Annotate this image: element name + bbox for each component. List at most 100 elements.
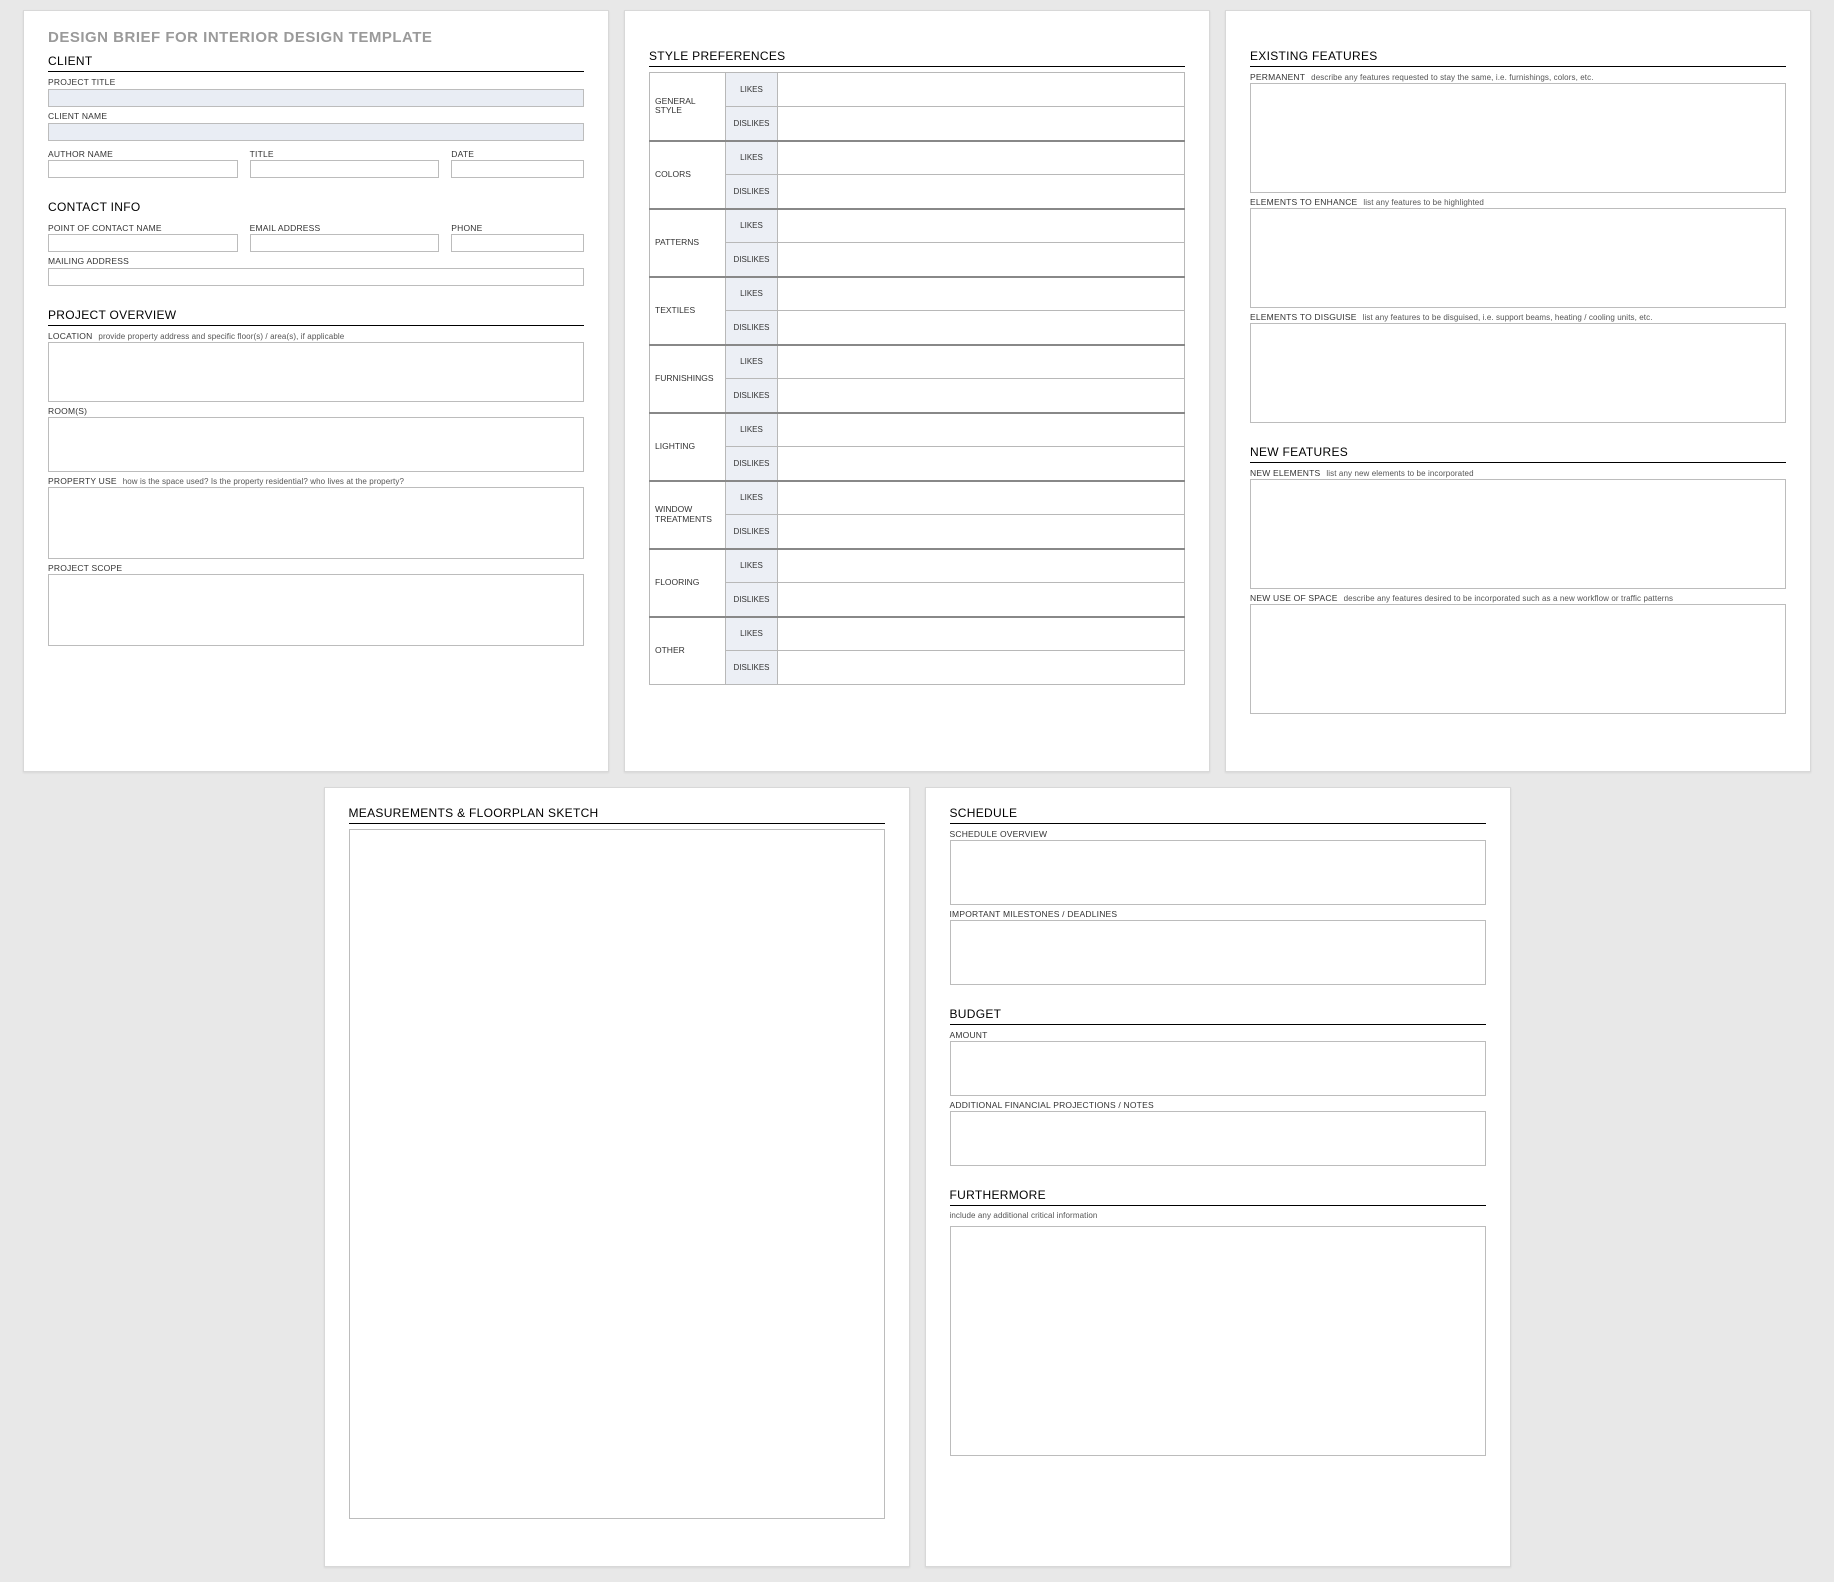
style-dislikes-label: DISLIKES [726, 447, 778, 481]
card-features: EXISTING FEATURES PERMANENT describe any… [1225, 10, 1811, 772]
style-likes-label: LIKES [726, 277, 778, 311]
label-rooms: ROOM(S) [48, 406, 584, 416]
style-dislikes-input[interactable] [778, 253, 1184, 267]
label-date: DATE [451, 149, 584, 159]
input-author-name[interactable] [48, 160, 238, 178]
style-category: OTHER [650, 617, 726, 685]
section-contact: CONTACT INFO [48, 200, 584, 214]
style-likes-input[interactable] [778, 424, 1184, 438]
section-existing-features: EXISTING FEATURES [1250, 49, 1786, 67]
card-style-prefs: STYLE PREFERENCES GENERAL STYLELIKESDISL… [624, 10, 1210, 772]
label-project-title: PROJECT TITLE [48, 77, 584, 87]
input-mailing[interactable] [48, 268, 584, 286]
style-dislikes-cell [778, 651, 1185, 685]
label-milestones: IMPORTANT MILESTONES / DEADLINES [950, 909, 1486, 919]
style-dislikes-input[interactable] [778, 117, 1184, 131]
label-new-elements: NEW ELEMENTS [1250, 468, 1320, 478]
input-email[interactable] [250, 234, 440, 252]
input-poc[interactable] [48, 234, 238, 252]
input-property-use[interactable] [48, 487, 584, 559]
style-likes-input[interactable] [778, 356, 1184, 370]
input-amount[interactable] [950, 1041, 1486, 1096]
style-likes-label: LIKES [726, 617, 778, 651]
section-schedule: SCHEDULE [950, 806, 1486, 824]
hint-furthermore: include any additional critical informat… [950, 1211, 1486, 1220]
style-likes-input[interactable] [778, 220, 1184, 234]
style-dislikes-input[interactable] [778, 185, 1184, 199]
input-disguise[interactable] [1250, 323, 1786, 423]
sketch-canvas[interactable] [349, 829, 885, 1519]
style-likes-cell [778, 617, 1185, 651]
input-schedule-overview[interactable] [950, 840, 1486, 905]
input-project-title[interactable] [48, 89, 584, 107]
hint-new-use: describe any features desired to be inco… [1344, 594, 1674, 603]
style-dislikes-label: DISLIKES [726, 311, 778, 345]
input-project-scope[interactable] [48, 574, 584, 646]
input-fin-notes[interactable] [950, 1111, 1486, 1166]
hint-property-use: how is the space used? Is the property r… [123, 477, 404, 486]
label-amount: AMOUNT [950, 1030, 1486, 1040]
label-fin-notes: ADDITIONAL FINANCIAL PROJECTIONS / NOTES [950, 1100, 1486, 1110]
input-permanent[interactable] [1250, 83, 1786, 193]
input-new-elements[interactable] [1250, 479, 1786, 589]
input-milestones[interactable] [950, 920, 1486, 985]
input-enhance[interactable] [1250, 208, 1786, 308]
section-budget: BUDGET [950, 1007, 1486, 1025]
style-dislikes-cell [778, 515, 1185, 549]
style-dislikes-cell [778, 583, 1185, 617]
style-category: FURNISHINGS [650, 345, 726, 413]
input-new-use[interactable] [1250, 604, 1786, 714]
style-likes-input[interactable] [778, 152, 1184, 166]
label-poc: POINT OF CONTACT NAME [48, 223, 238, 233]
section-style-prefs: STYLE PREFERENCES [649, 49, 1185, 67]
label-mailing: MAILING ADDRESS [48, 256, 584, 266]
style-prefs-table: GENERAL STYLELIKESDISLIKESCOLORSLIKESDIS… [649, 72, 1185, 685]
style-dislikes-input[interactable] [778, 593, 1184, 607]
hint-enhance: list any features to be highlighted [1363, 198, 1483, 207]
card-schedule-budget: SCHEDULE SCHEDULE OVERVIEW IMPORTANT MIL… [925, 787, 1511, 1567]
label-project-scope: PROJECT SCOPE [48, 563, 584, 573]
style-dislikes-input[interactable] [778, 389, 1184, 403]
hint-location: provide property address and specific fl… [98, 332, 344, 341]
label-property-use: PROPERTY USE [48, 476, 117, 486]
card-sketch: MEASUREMENTS & FLOORPLAN SKETCH [324, 787, 910, 1567]
style-dislikes-input[interactable] [778, 525, 1184, 539]
label-schedule-overview: SCHEDULE OVERVIEW [950, 829, 1486, 839]
style-likes-cell [778, 549, 1185, 583]
label-author-name: AUTHOR NAME [48, 149, 238, 159]
input-phone[interactable] [451, 234, 584, 252]
style-dislikes-cell [778, 243, 1185, 277]
input-title[interactable] [250, 160, 440, 178]
style-likes-cell [778, 141, 1185, 175]
label-permanent: PERMANENT [1250, 72, 1305, 82]
style-dislikes-input[interactable] [778, 457, 1184, 471]
input-date[interactable] [451, 160, 584, 178]
input-rooms[interactable] [48, 417, 584, 472]
style-category: PATTERNS [650, 209, 726, 277]
style-likes-cell [778, 73, 1185, 107]
furthermore-image-area[interactable] [950, 1226, 1486, 1456]
style-likes-input[interactable] [778, 492, 1184, 506]
style-category: LIGHTING [650, 413, 726, 481]
style-likes-cell [778, 209, 1185, 243]
input-location[interactable] [48, 342, 584, 402]
style-category: GENERAL STYLE [650, 73, 726, 141]
label-title: TITLE [250, 149, 440, 159]
style-likes-cell [778, 345, 1185, 379]
style-likes-input[interactable] [778, 560, 1184, 574]
style-dislikes-input[interactable] [778, 321, 1184, 335]
section-sketch: MEASUREMENTS & FLOORPLAN SKETCH [349, 806, 885, 824]
style-likes-label: LIKES [726, 413, 778, 447]
style-likes-input[interactable] [778, 288, 1184, 302]
section-client: CLIENT [48, 54, 584, 72]
label-location: LOCATION [48, 331, 92, 341]
style-dislikes-cell [778, 447, 1185, 481]
style-dislikes-cell [778, 107, 1185, 141]
style-dislikes-input[interactable] [778, 662, 1184, 676]
style-dislikes-label: DISLIKES [726, 379, 778, 413]
style-likes-input[interactable] [778, 84, 1184, 98]
style-likes-input[interactable] [778, 628, 1184, 642]
style-dislikes-cell [778, 379, 1185, 413]
hint-new-elements: list any new elements to be incorporated [1326, 469, 1473, 478]
input-client-name[interactable] [48, 123, 584, 141]
